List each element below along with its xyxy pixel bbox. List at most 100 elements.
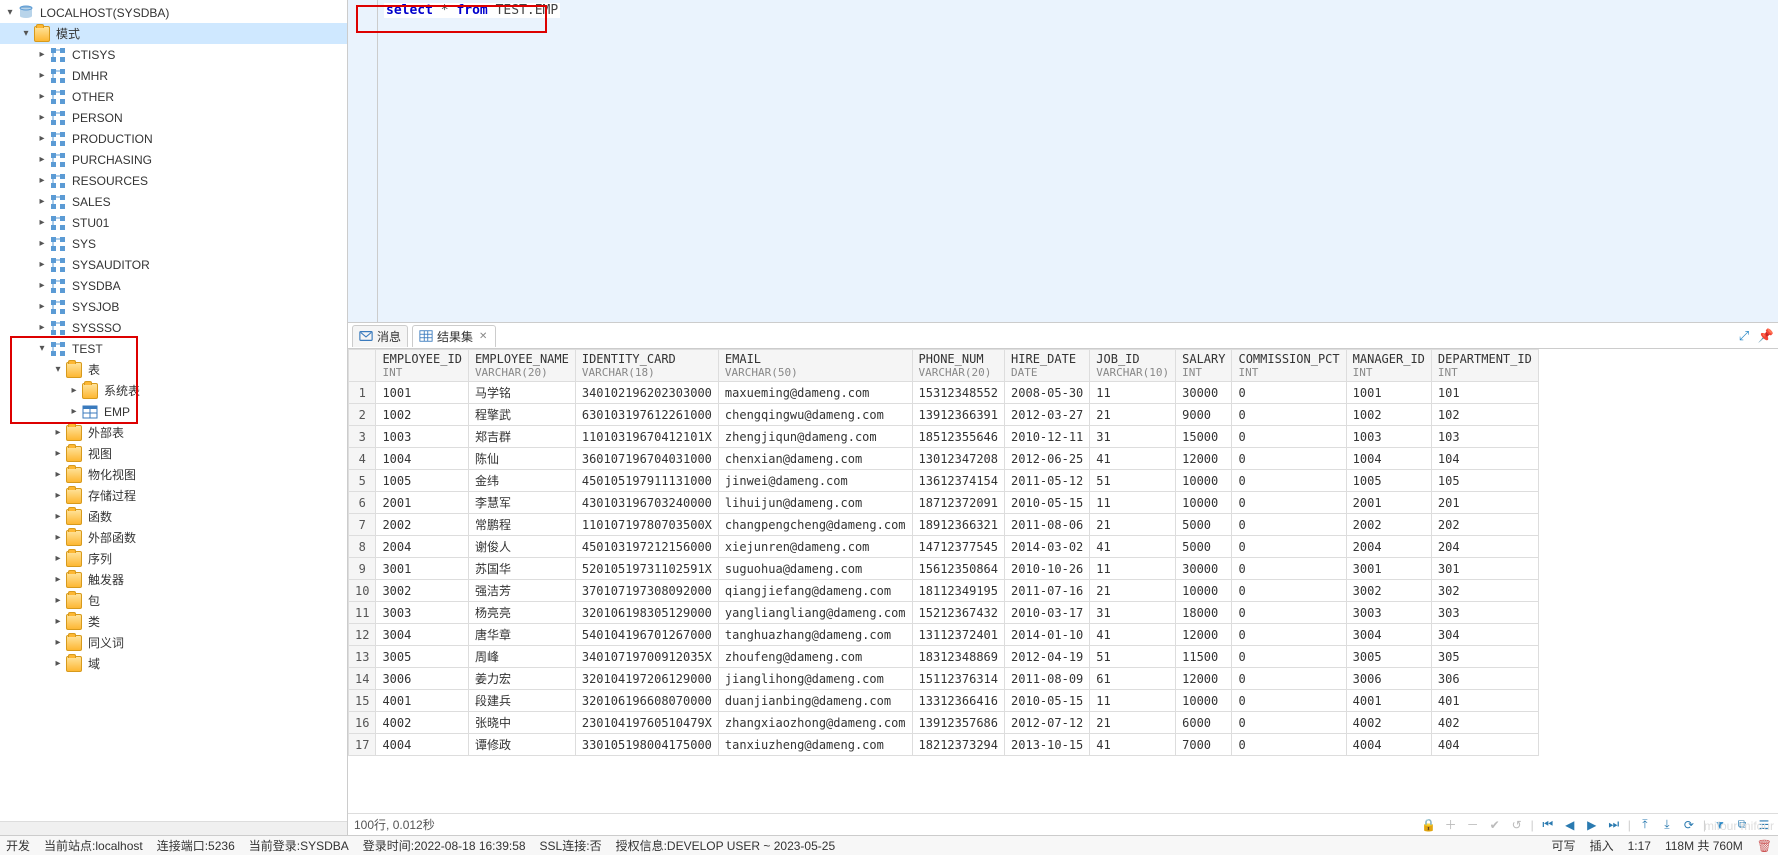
cell[interactable]: 12000: [1176, 624, 1232, 646]
first-icon[interactable]: ⏮: [1540, 817, 1556, 833]
cell[interactable]: 13612374154: [912, 470, 1004, 492]
cell[interactable]: 360107196704031000: [575, 448, 718, 470]
cell[interactable]: 0: [1232, 492, 1346, 514]
cell[interactable]: 104: [1431, 448, 1538, 470]
cell[interactable]: 2001: [1346, 492, 1431, 514]
table-row[interactable]: 31003郑吉群11010319670412101Xzhengjiqun@dam…: [349, 426, 1539, 448]
col-manager_id[interactable]: MANAGER_IDINT: [1346, 350, 1431, 382]
cell[interactable]: chenxian@dameng.com: [718, 448, 912, 470]
cell[interactable]: 15612350864: [912, 558, 1004, 580]
rownum-cell[interactable]: 7: [349, 514, 376, 536]
cell[interactable]: 301: [1431, 558, 1538, 580]
table-row[interactable]: 103002强洁芳370107197308092000qiangjiefang@…: [349, 580, 1539, 602]
trash-icon[interactable]: 🗑: [1757, 839, 1772, 853]
cell[interactable]: 0: [1232, 448, 1346, 470]
cell[interactable]: 450103197212156000: [575, 536, 718, 558]
cell[interactable]: 4002: [1346, 712, 1431, 734]
cell[interactable]: 0: [1232, 602, 1346, 624]
expand-arrow[interactable]: [36, 217, 48, 228]
pin-icon[interactable]: 📌: [1758, 328, 1774, 344]
table-row[interactable]: 133005周峰34010719700912035Xzhoufeng@damen…: [349, 646, 1539, 668]
filter-icon[interactable]: ▼: [1712, 817, 1728, 833]
cell[interactable]: 30000: [1176, 558, 1232, 580]
cell[interactable]: 谢俊人: [468, 536, 575, 558]
tree-schema-purchasing[interactable]: PURCHASING: [0, 149, 347, 170]
tree-folder-类[interactable]: 类: [0, 611, 347, 632]
cell[interactable]: 0: [1232, 624, 1346, 646]
expand-arrow[interactable]: [68, 385, 80, 396]
cell[interactable]: 41: [1090, 734, 1176, 756]
tree-folder-域[interactable]: 域: [0, 653, 347, 674]
cell[interactable]: 1001: [1346, 382, 1431, 404]
cell[interactable]: 2014-01-10: [1005, 624, 1090, 646]
table-row[interactable]: 41004陈仙360107196704031000chenxian@dameng…: [349, 448, 1539, 470]
tree-schema-sys[interactable]: SYS: [0, 233, 347, 254]
cell[interactable]: 10000: [1176, 492, 1232, 514]
col-phone_num[interactable]: PHONE_NUMVARCHAR(20): [912, 350, 1004, 382]
expand-arrow[interactable]: [36, 343, 48, 354]
col-hire_date[interactable]: HIRE_DATEDATE: [1005, 350, 1090, 382]
table-row[interactable]: 113003杨亮亮320106198305129000yanglianglian…: [349, 602, 1539, 624]
expand-arrow[interactable]: [4, 7, 16, 18]
expand-arrow[interactable]: [52, 511, 64, 522]
cell[interactable]: 30000: [1176, 382, 1232, 404]
tree-folder-触发器[interactable]: 触发器: [0, 569, 347, 590]
cell[interactable]: 202: [1431, 514, 1538, 536]
cell[interactable]: 2002: [376, 514, 468, 536]
cell[interactable]: 370107197308092000: [575, 580, 718, 602]
cell[interactable]: 杨亮亮: [468, 602, 575, 624]
cell[interactable]: 金纬: [468, 470, 575, 492]
table-row[interactable]: 11001马学铭340102196202303000maxueming@dame…: [349, 382, 1539, 404]
cell[interactable]: 15212367432: [912, 602, 1004, 624]
expand-arrow[interactable]: [52, 616, 64, 627]
commit-icon[interactable]: ✔: [1487, 817, 1503, 833]
cell[interactable]: 201: [1431, 492, 1538, 514]
result-grid-wrap[interactable]: EMPLOYEE_IDINTEMPLOYEE_NAMEVARCHAR(20)ID…: [348, 349, 1778, 813]
cell[interactable]: jinwei@dameng.com: [718, 470, 912, 492]
cell[interactable]: 10000: [1176, 690, 1232, 712]
rownum-cell[interactable]: 12: [349, 624, 376, 646]
rownum-cell[interactable]: 6: [349, 492, 376, 514]
cell[interactable]: 2010-12-11: [1005, 426, 1090, 448]
tree-schema-stu01[interactable]: STU01: [0, 212, 347, 233]
tree-folder-包[interactable]: 包: [0, 590, 347, 611]
cell[interactable]: 61: [1090, 668, 1176, 690]
cell[interactable]: 11010719780703500X: [575, 514, 718, 536]
cell[interactable]: 13912366391: [912, 404, 1004, 426]
cell[interactable]: 3006: [376, 668, 468, 690]
cell[interactable]: 18000: [1176, 602, 1232, 624]
cell[interactable]: 郑吉群: [468, 426, 575, 448]
cell[interactable]: 340102196202303000: [575, 382, 718, 404]
cell[interactable]: 3004: [376, 624, 468, 646]
cell[interactable]: 1004: [376, 448, 468, 470]
expand-arrow[interactable]: [52, 448, 64, 459]
cell[interactable]: 12000: [1176, 668, 1232, 690]
cell[interactable]: 34010719700912035X: [575, 646, 718, 668]
expand-arrow[interactable]: [52, 595, 64, 606]
prev-icon[interactable]: ◀: [1562, 817, 1578, 833]
rownum-cell[interactable]: 16: [349, 712, 376, 734]
cell[interactable]: 204: [1431, 536, 1538, 558]
tree-schema-sales[interactable]: SALES: [0, 191, 347, 212]
cell[interactable]: 5000: [1176, 536, 1232, 558]
cell[interactable]: lihuijun@dameng.com: [718, 492, 912, 514]
tree-schema-dmhr[interactable]: DMHR: [0, 65, 347, 86]
maximize-icon[interactable]: ⤢: [1736, 328, 1752, 344]
cell[interactable]: 302: [1431, 580, 1538, 602]
cell[interactable]: 21: [1090, 514, 1176, 536]
cell[interactable]: 2011-07-16: [1005, 580, 1090, 602]
col-salary[interactable]: SALARYINT: [1176, 350, 1232, 382]
cell[interactable]: 52010519731102591X: [575, 558, 718, 580]
cell[interactable]: 23010419760510479X: [575, 712, 718, 734]
cell[interactable]: zhangxiaozhong@dameng.com: [718, 712, 912, 734]
expand-arrow[interactable]: [36, 112, 48, 123]
cell[interactable]: 31: [1090, 426, 1176, 448]
cell[interactable]: qiangjiefang@dameng.com: [718, 580, 912, 602]
tree-schema-ctisys[interactable]: CTISYS: [0, 44, 347, 65]
settings-icon[interactable]: ☰: [1756, 817, 1772, 833]
rownum-cell[interactable]: 2: [349, 404, 376, 426]
expand-arrow[interactable]: [36, 49, 48, 60]
cell[interactable]: 1005: [1346, 470, 1431, 492]
export-icon[interactable]: ⧉: [1734, 817, 1750, 833]
cell[interactable]: 0: [1232, 536, 1346, 558]
